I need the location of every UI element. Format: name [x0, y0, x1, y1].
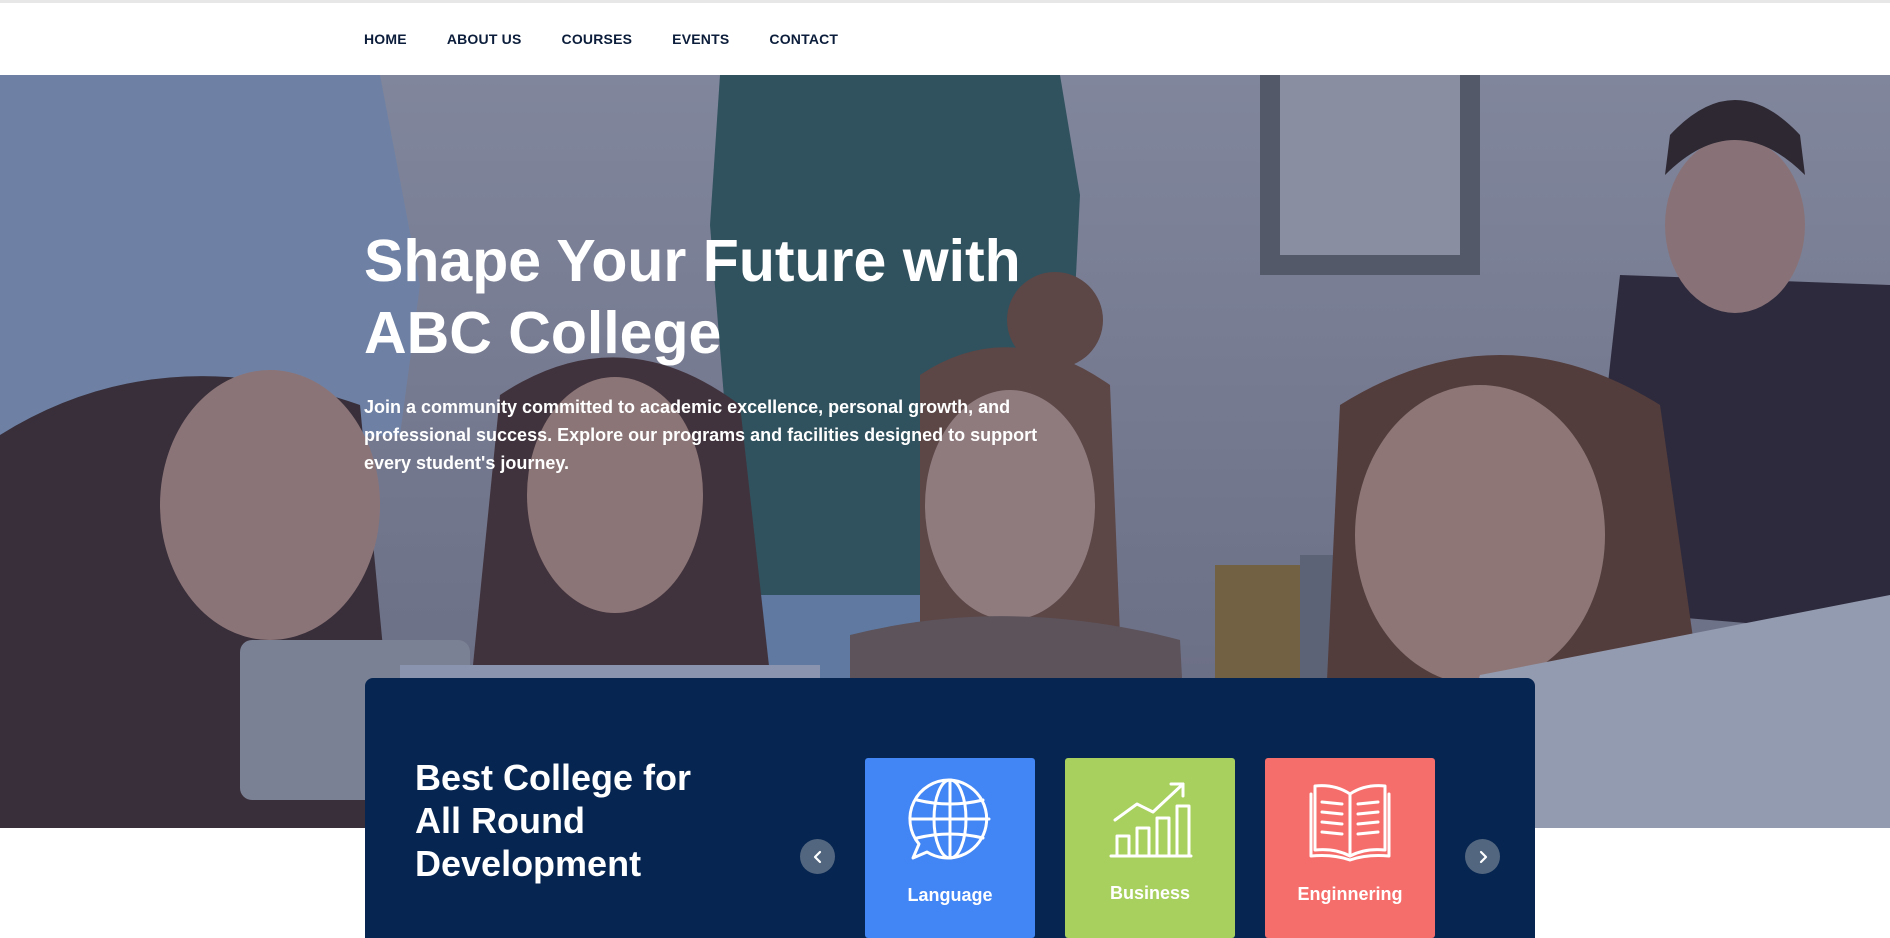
chevron-left-icon: [813, 850, 821, 863]
main-nav: HOME ABOUT US COURSES EVENTS CONTACT: [364, 3, 838, 75]
course-card-language[interactable]: Language: [865, 758, 1035, 938]
nav-courses[interactable]: COURSES: [562, 31, 633, 47]
course-card-label: Enginnering: [1297, 884, 1403, 904]
nav-events[interactable]: EVENTS: [672, 31, 729, 47]
open-book-icon: [1309, 784, 1391, 862]
hero-title: Shape Your Future with ABC College: [364, 228, 1021, 366]
course-card-business[interactable]: Business: [1065, 758, 1235, 938]
globe-chat-icon: [908, 778, 991, 860]
hero-description: Join a community committed to academic e…: [364, 397, 1038, 473]
feature-heading: Best College for All Round Development: [415, 757, 692, 884]
chevron-right-icon: [1479, 850, 1487, 863]
nav-home[interactable]: HOME: [364, 31, 407, 47]
course-card-label: Business: [1109, 883, 1191, 903]
nav-contact[interactable]: CONTACT: [769, 31, 838, 47]
top-navbar: HOME ABOUT US COURSES EVENTS CONTACT: [0, 3, 1890, 75]
carousel-next-button[interactable]: [1465, 839, 1500, 874]
bar-chart-growth-icon: [1109, 782, 1193, 858]
nav-about-us[interactable]: ABOUT US: [447, 31, 522, 47]
feature-panel: Best College for All Round Development L…: [365, 678, 1535, 938]
course-card-label: Language: [907, 885, 993, 905]
carousel-prev-button[interactable]: [800, 839, 835, 874]
course-card-engineering[interactable]: Enginnering: [1265, 758, 1435, 938]
